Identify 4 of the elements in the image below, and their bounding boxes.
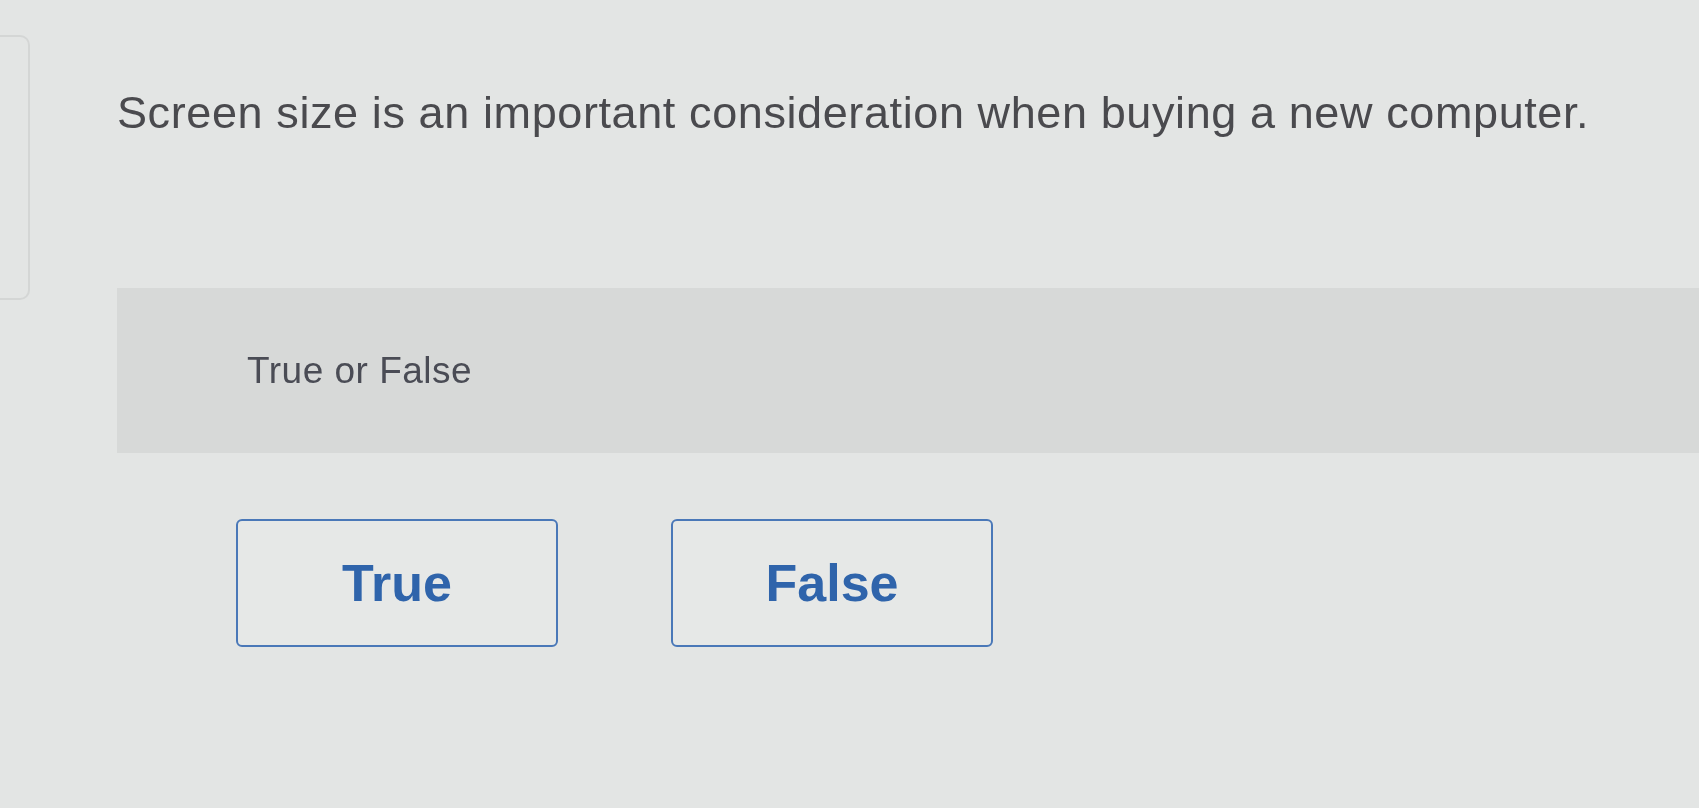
question-text: Screen size is an important consideration when buying a new computer. <box>117 86 1591 140</box>
answer-option[interactable]: True <box>236 519 558 647</box>
prompt-text: True or False <box>247 348 473 393</box>
answer-option[interactable]: False <box>671 519 993 647</box>
